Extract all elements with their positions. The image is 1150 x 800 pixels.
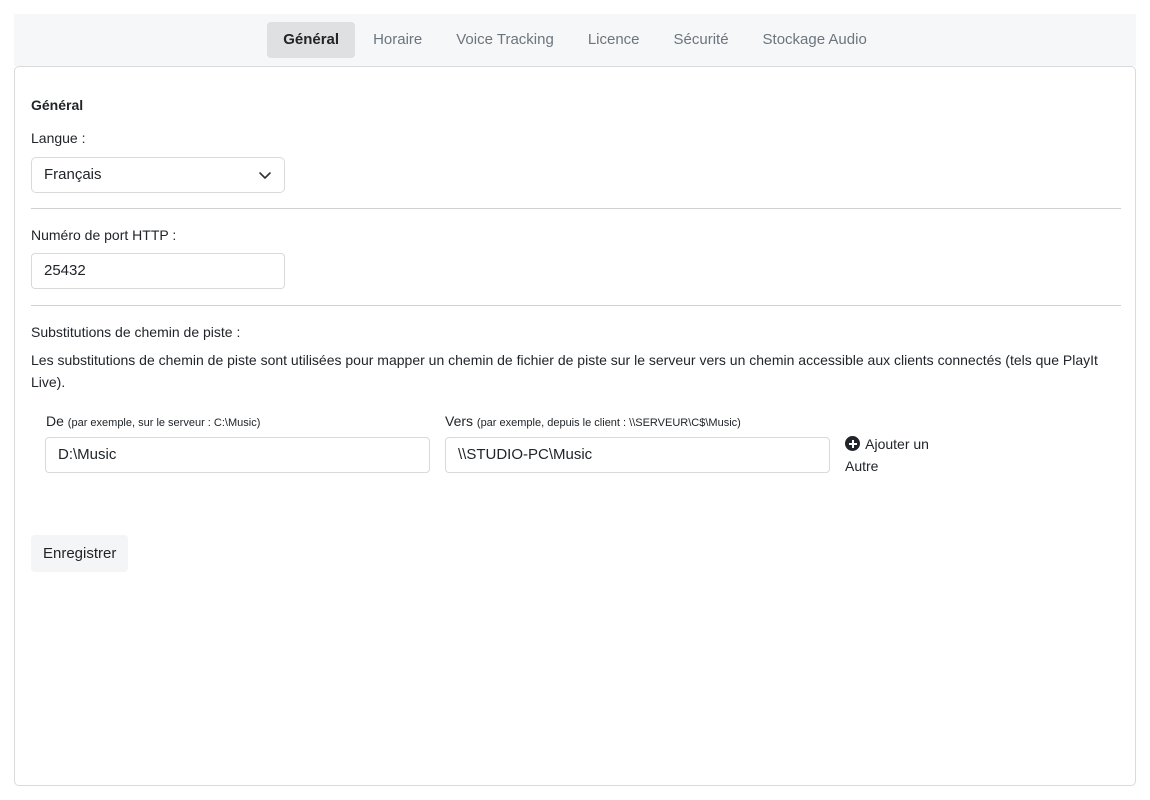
chevron-down-icon	[259, 172, 271, 179]
plus-circle-icon	[845, 436, 860, 451]
language-label: Langue :	[31, 130, 86, 146]
language-select-value: Français	[44, 166, 102, 183]
port-input[interactable]: 25432	[31, 253, 285, 289]
section-title: Général	[31, 97, 84, 113]
from-label: De (par exemple, sur le serveur : C:\Mus…	[46, 413, 260, 429]
tab-bar: Général Horaire Voice Tracking Licence S…	[14, 14, 1136, 66]
divider	[31, 208, 1121, 209]
tab-general[interactable]: Général	[267, 22, 356, 58]
add-another-button[interactable]: Ajouter un Autre	[845, 433, 935, 477]
from-path-input[interactable]: D:\Music	[45, 437, 430, 473]
substitutions-description: Les substitutions de chemin de piste son…	[31, 352, 1098, 390]
to-hint: (par exemple, depuis le client : \\SERVE…	[476, 417, 741, 429]
tab-securite[interactable]: Sécurité	[658, 22, 745, 58]
settings-panel: Général Langue : Français Numéro de port…	[14, 66, 1136, 786]
to-path-input[interactable]: \\STUDIO-PC\Music	[445, 437, 830, 473]
tab-stockage-audio[interactable]: Stockage Audio	[747, 22, 883, 58]
language-select[interactable]: Français	[31, 157, 285, 193]
to-label: Vers (par exemple, depuis le client : \\…	[445, 413, 741, 429]
to-label-text: Vers	[445, 413, 474, 429]
tab-horaire[interactable]: Horaire	[357, 22, 438, 58]
tab-licence[interactable]: Licence	[572, 22, 656, 58]
divider	[31, 305, 1121, 306]
from-hint: (par exemple, sur le serveur : C:\Music)	[67, 417, 261, 429]
save-button[interactable]: Enregistrer	[31, 535, 129, 572]
substitutions-label: Substitutions de chemin de piste :	[31, 324, 241, 340]
tab-voice-tracking[interactable]: Voice Tracking	[440, 22, 570, 58]
from-label-text: De	[46, 413, 64, 429]
port-label: Numéro de port HTTP :	[31, 227, 177, 243]
